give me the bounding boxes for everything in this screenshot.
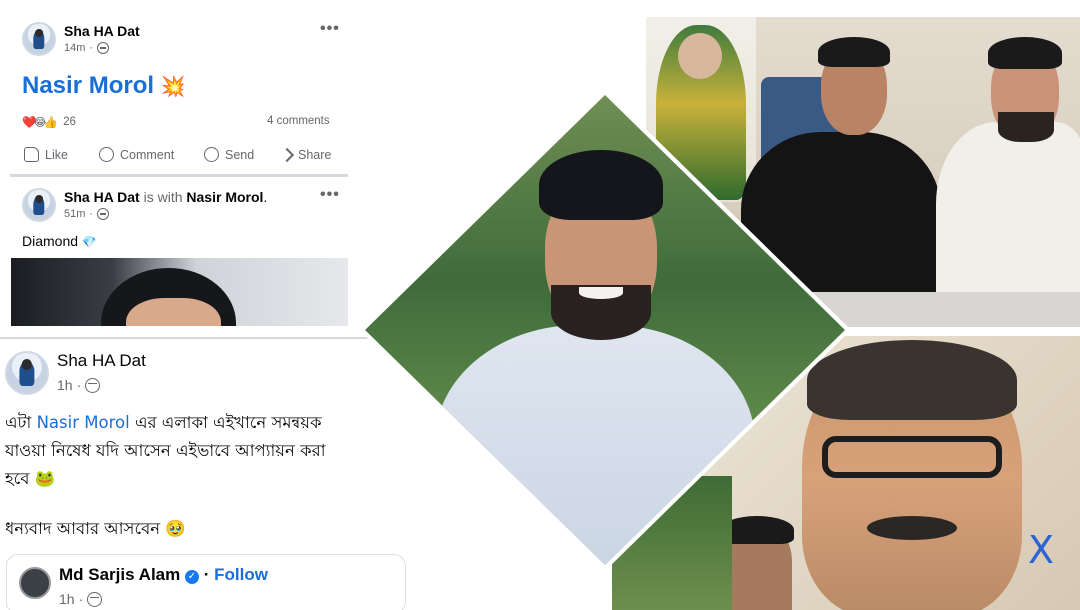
frog-icon: 🐸 xyxy=(34,469,56,488)
author-name[interactable]: Sha HA Dat xyxy=(57,351,146,371)
post-time[interactable]: 51m xyxy=(64,208,85,220)
post-meta: 1h · xyxy=(57,377,101,393)
portrait-shirt xyxy=(435,325,755,565)
comment-count[interactable]: 4 comments xyxy=(267,115,330,127)
globe-icon xyxy=(87,591,103,607)
post-card-2: Sha HA Dat is with Nasir Morol. 51m · •••… xyxy=(8,180,360,330)
like-icon xyxy=(24,147,39,162)
globe-icon xyxy=(97,42,110,54)
teary-face-icon: 🥹 xyxy=(165,519,186,538)
author-avatar[interactable] xyxy=(5,351,49,395)
like-button[interactable]: Like xyxy=(24,147,99,162)
follow-button[interactable]: Follow xyxy=(214,565,268,584)
post-time[interactable]: 14m xyxy=(64,42,85,54)
diamond-portrait xyxy=(365,95,845,565)
post-photo[interactable] xyxy=(11,258,348,326)
mural-mustache xyxy=(867,516,957,540)
post-text: এটা Nasir Morol এর এলাকা এইখানে সমন্বয়ক… xyxy=(5,409,405,543)
post-text-line-4: ধন্যবাদ আবার আসবেন 🥹 xyxy=(5,519,186,538)
post-text-line-1: এটা Nasir Morol এর এলাকা এইখানে সমন্বয়ক xyxy=(5,413,322,432)
post-time[interactable]: 1h xyxy=(57,377,73,393)
portrait-smile xyxy=(579,287,623,299)
post-divider xyxy=(10,174,348,177)
embedded-post[interactable]: Md Sarjis Alam ✓ · Follow 1h · xyxy=(6,554,406,610)
globe-icon xyxy=(85,377,101,393)
post-text-line-3: হবে 🐸 xyxy=(5,469,56,488)
post-meta: 14m · xyxy=(64,42,110,54)
author-name[interactable]: Sha HA Dat xyxy=(64,189,140,205)
diamond-icon: 💎 xyxy=(81,235,97,249)
messenger-icon xyxy=(204,147,219,162)
embedded-time[interactable]: 1h xyxy=(59,591,75,607)
reactions-summary[interactable]: ❤️😂👍 26 xyxy=(22,115,76,129)
tagged-user[interactable]: Nasir Morol xyxy=(186,189,263,205)
post-divider xyxy=(0,337,380,339)
author-line: Sha HA Dat is with Nasir Morol. xyxy=(64,189,268,205)
diamond-photo xyxy=(359,89,851,571)
author-avatar[interactable] xyxy=(22,22,56,56)
reaction-count: 26 xyxy=(63,116,76,128)
explosion-icon: 💥 xyxy=(160,76,186,98)
embedded-avatar[interactable] xyxy=(19,567,51,599)
author-avatar[interactable] xyxy=(22,188,56,222)
mention-link[interactable]: Nasir Morol xyxy=(37,413,130,432)
with-text: is with xyxy=(143,189,183,205)
share-icon xyxy=(279,147,295,162)
post-card-3: Sha HA Dat 1h · এটা Nasir Morol এর এলাকা … xyxy=(0,337,420,610)
verified-badge-icon: ✓ xyxy=(184,570,199,584)
more-options-icon[interactable]: ••• xyxy=(320,186,340,204)
post-body: Diamond 💎 xyxy=(22,233,97,249)
embedded-author-line: Md Sarjis Alam ✓ · Follow xyxy=(59,565,268,584)
comment-button[interactable]: Comment xyxy=(99,147,204,162)
comment-icon xyxy=(99,147,114,162)
embedded-author[interactable]: Md Sarjis Alam xyxy=(59,565,180,584)
post-meta: 51m · xyxy=(64,208,110,220)
send-button[interactable]: Send xyxy=(204,147,282,162)
more-options-icon[interactable]: ••• xyxy=(320,20,340,38)
reaction-icons: ❤️😂👍 xyxy=(22,117,58,129)
post-card-1: Sha HA Dat 14m · ••• Nasir Morol 💥 ❤️😂👍 2… xyxy=(8,10,360,180)
post-actions: Like Comment Send Share xyxy=(24,147,331,162)
close-button[interactable]: X xyxy=(1028,528,1054,572)
globe-icon xyxy=(97,208,110,220)
post-text-line-2: যাওয়া নিষেধ যদি আসেন এইভাবে আপ্যায়ন কর… xyxy=(5,441,326,460)
portrait-hair xyxy=(539,150,663,220)
mural-glasses xyxy=(822,436,1002,478)
author-name[interactable]: Sha HA Dat xyxy=(64,23,140,39)
embedded-meta: 1h · xyxy=(59,591,103,607)
share-button[interactable]: Share xyxy=(279,147,331,162)
post-headline[interactable]: Nasir Morol 💥 xyxy=(22,72,186,100)
